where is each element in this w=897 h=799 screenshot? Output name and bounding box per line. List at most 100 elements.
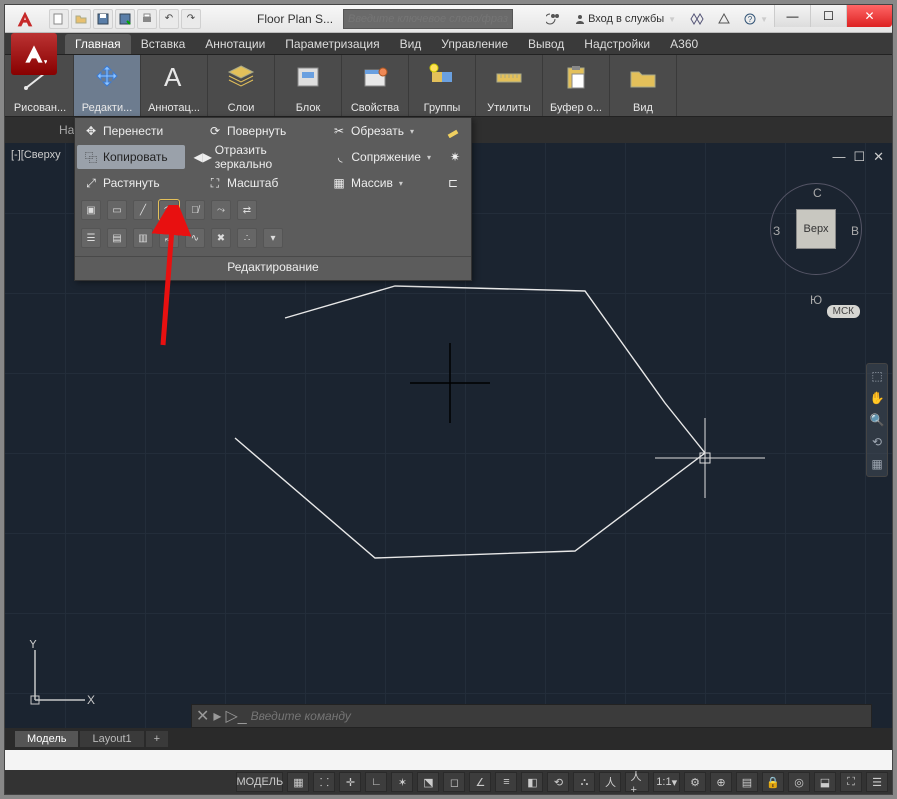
command-input[interactable] <box>251 709 867 723</box>
panel-edit[interactable]: Редакти... <box>74 55 141 116</box>
mini-pedit-icon[interactable]: ⤾ <box>159 228 179 248</box>
tab-a360[interactable]: A360 <box>660 34 708 54</box>
status-autoscale-icon[interactable]: 人+ <box>625 772 649 792</box>
keyword-search-input[interactable] <box>343 9 513 29</box>
panel-groups[interactable]: Группы <box>409 55 476 116</box>
edit-trim[interactable]: ✂Обрезать▾ <box>325 119 435 143</box>
viewcube[interactable]: С В З Верх Ю <box>768 183 864 293</box>
status-lineweight-icon[interactable]: ≡ <box>495 772 517 792</box>
qat-saveas-icon[interactable] <box>115 9 135 29</box>
tab-model[interactable]: Модель <box>15 731 78 747</box>
edit-stretch[interactable]: ⤢Растянуть <box>77 171 197 195</box>
nav-pan-icon[interactable]: ✋ <box>869 390 885 406</box>
qat-undo-icon[interactable]: ↶ <box>159 9 179 29</box>
qat-save-icon[interactable] <box>93 9 113 29</box>
qat-print-icon[interactable] <box>137 9 157 29</box>
status-snap-icon[interactable]: ⸬ <box>313 772 335 792</box>
status-polar-icon[interactable]: ✶ <box>391 772 413 792</box>
edit-mirror[interactable]: ◀▶Отразить зеркально <box>189 145 323 169</box>
tab-addins[interactable]: Надстройки <box>574 34 660 54</box>
mini-reverse-icon[interactable]: ⇄ <box>237 200 257 220</box>
cmd-options-icon[interactable]: ▸ <box>213 706 221 726</box>
close-button[interactable]: ✕ <box>846 5 892 27</box>
mini-breakpoint-icon[interactable]: ⌒̸ <box>185 200 205 220</box>
panel-block[interactable]: Блок <box>275 55 342 116</box>
status-otrack-icon[interactable]: ∠ <box>469 772 491 792</box>
panel-clipboard[interactable]: Буфер о... <box>543 55 610 116</box>
tab-annotations[interactable]: Аннотации <box>195 34 275 54</box>
edit-fillet[interactable]: ◟Сопряжение▾ <box>327 145 437 169</box>
panel-annotation[interactable]: A Аннотац... <box>141 55 208 116</box>
edit-move[interactable]: ✥Перенести <box>77 119 197 143</box>
status-annoscale-icon[interactable]: ⛬ <box>573 772 595 792</box>
nav-showmotion-icon[interactable]: ▦ <box>869 456 885 472</box>
nav-zoom-icon[interactable]: 🔍 <box>869 412 885 428</box>
qat-redo-icon[interactable]: ↷ <box>181 9 201 29</box>
panel-utilities[interactable]: Утилиты <box>476 55 543 116</box>
edit-copy[interactable]: ⿻Копировать <box>77 145 185 169</box>
help-icon[interactable]: ?▼ <box>740 9 772 29</box>
edit-array[interactable]: ▦Массив▾ <box>325 171 435 195</box>
viewcube-west[interactable]: З <box>773 224 780 238</box>
status-grid-icon[interactable]: ▦ <box>287 772 309 792</box>
mini-copyprops-icon[interactable]: ☰ <box>81 228 101 248</box>
edit-scale[interactable]: ⛶Масштаб <box>201 171 321 195</box>
edit-offset[interactable]: ⊏ <box>439 171 469 195</box>
mini-dropdown-icon[interactable]: ▾ <box>263 228 283 248</box>
app-logo[interactable] <box>5 5 45 33</box>
status-osnap-icon[interactable]: ◻ <box>443 772 465 792</box>
a360-icon[interactable] <box>714 9 734 29</box>
mini-align-icon[interactable]: ▤ <box>107 228 127 248</box>
tab-home[interactable]: Главная <box>65 34 131 54</box>
tab-manage[interactable]: Управление <box>431 34 518 54</box>
cmd-close-icon[interactable]: ✕ <box>196 706 209 726</box>
status-hardware-icon[interactable]: ⬓ <box>814 772 836 792</box>
maximize-button[interactable]: ☐ <box>810 5 846 27</box>
qat-new-icon[interactable] <box>49 9 69 29</box>
mini-lengthen-icon[interactable]: ▥ <box>133 228 153 248</box>
status-scale-button[interactable]: 1:1▾ <box>653 772 680 792</box>
qat-open-icon[interactable] <box>71 9 91 29</box>
status-cleanscreen-icon[interactable]: ⛶ <box>840 772 862 792</box>
nav-fullnav-icon[interactable]: ⬚ <box>869 368 885 384</box>
panel-view[interactable]: Вид <box>610 55 677 116</box>
infocenter-icon[interactable] <box>542 9 564 29</box>
status-infer-icon[interactable]: ✛ <box>339 772 361 792</box>
status-annovisibility-icon[interactable]: 人 <box>599 772 621 792</box>
mini-join-icon[interactable]: ⤳ <box>211 200 231 220</box>
tab-insert[interactable]: Вставка <box>131 34 196 54</box>
mini-setbase-icon[interactable]: ▣ <box>81 200 101 220</box>
edit-explode[interactable]: ✷ <box>441 145 469 169</box>
tab-add-layout[interactable]: + <box>146 731 168 747</box>
nav-orbit-icon[interactable]: ⟲ <box>869 434 885 450</box>
status-model-button[interactable]: МОДЕЛЬ <box>236 772 283 792</box>
signin-button[interactable]: Вход в службы▼ <box>570 9 680 29</box>
panel-properties[interactable]: Свойства <box>342 55 409 116</box>
status-gear-icon[interactable]: ⚙ <box>684 772 706 792</box>
edit-rotate[interactable]: ⟳Повернуть <box>201 119 321 143</box>
mini-delete-icon[interactable]: ✖ <box>211 228 231 248</box>
mini-blend-icon[interactable]: ∿ <box>185 228 205 248</box>
status-transparency-icon[interactable]: ◧ <box>521 772 543 792</box>
tab-layout1[interactable]: Layout1 <box>80 731 143 747</box>
status-lockui-icon[interactable]: 🔒 <box>762 772 784 792</box>
viewcube-east[interactable]: В <box>851 224 859 238</box>
command-line[interactable]: ✕ ▸ ▷_ <box>191 704 872 728</box>
app-menu-button[interactable]: ▾ <box>11 33 57 75</box>
status-customize-icon[interactable]: ☰ <box>866 772 888 792</box>
mini-overkill-icon[interactable]: ∴ <box>237 228 257 248</box>
mini-clip-icon[interactable]: ▭ <box>107 200 127 220</box>
edit-erase[interactable] <box>439 119 469 143</box>
status-iso-icon[interactable]: ⬔ <box>417 772 439 792</box>
tab-parametric[interactable]: Параметризация <box>275 34 389 54</box>
minimize-button[interactable]: — <box>774 5 810 27</box>
mini-break-icon[interactable]: ⌒ <box>159 200 179 220</box>
viewcube-north[interactable]: С <box>813 186 822 200</box>
exchange-icon[interactable] <box>686 9 708 29</box>
viewcube-top-face[interactable]: Верх <box>796 209 836 249</box>
wcs-badge[interactable]: МСК <box>827 305 860 318</box>
status-units-icon[interactable]: ⊕ <box>710 772 732 792</box>
status-ortho-icon[interactable]: ∟ <box>365 772 387 792</box>
tab-output[interactable]: Вывод <box>518 34 574 54</box>
status-isolate-icon[interactable]: ◎ <box>788 772 810 792</box>
